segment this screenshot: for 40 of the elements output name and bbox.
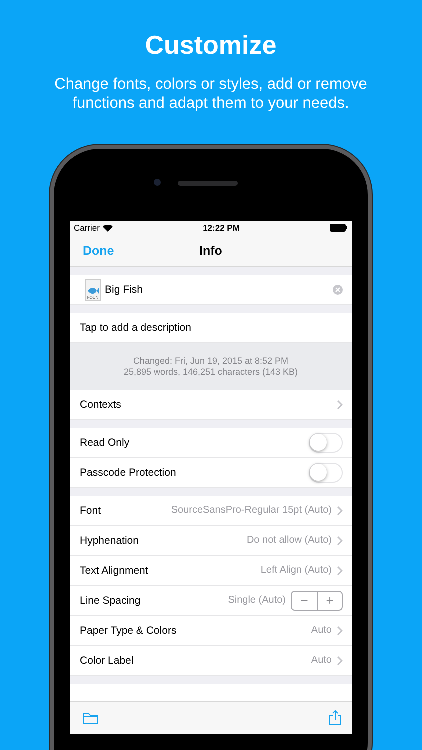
chevron-icon <box>337 656 343 666</box>
chevron-icon <box>337 566 343 576</box>
row-label: Hyphenation <box>80 534 140 546</box>
row-value: Auto <box>311 625 332 636</box>
headline: Customize <box>145 30 277 61</box>
status-time: 12:22 PM <box>203 223 240 233</box>
row-label: Contexts <box>80 398 122 410</box>
row-value: Single (Auto) <box>228 595 286 606</box>
speaker-grille <box>178 181 238 186</box>
wifi-icon <box>102 224 113 232</box>
row-label: Passcode Protection <box>80 466 178 478</box>
clear-icon[interactable] <box>333 284 343 294</box>
chevron-icon <box>337 536 343 546</box>
toggle-switch[interactable] <box>309 462 343 482</box>
toggle-switch[interactable] <box>309 432 343 452</box>
stats-text: Changed: Fri, Jun 19, 2015 at 8:52 PM <box>133 356 289 366</box>
row-label: Line Spacing <box>80 594 142 606</box>
subtitle: Change fonts, colors or styles, add or remove functions and adapt them to your needs. <box>54 75 368 113</box>
done-button[interactable]: Done <box>83 244 114 258</box>
document-name[interactable]: Big Fish <box>105 284 329 296</box>
increment-button[interactable]: + <box>317 592 342 610</box>
row-label: Color Label <box>80 654 135 666</box>
row-value: Do not allow (Auto) <box>246 535 332 546</box>
row-value: Left Align (Auto) <box>260 565 332 576</box>
row-label: Text Alignment <box>80 564 150 576</box>
row-value: Auto <box>311 655 332 666</box>
nav-title: Info <box>200 244 222 258</box>
folder-icon[interactable] <box>83 712 99 724</box>
chevron-icon <box>337 400 343 410</box>
row-label: Read Only <box>80 436 131 448</box>
battery-icon <box>330 224 348 232</box>
stats-text: 25,895 words, 146,251 characters (143 KB) <box>124 367 298 377</box>
share-icon[interactable] <box>329 710 342 726</box>
row-label: Font <box>80 504 102 516</box>
camera-icon <box>154 179 161 186</box>
chevron-icon <box>337 506 343 516</box>
row-label: Paper Type & Colors <box>80 624 178 636</box>
chevron-icon <box>337 626 343 636</box>
carrier-label: Carrier <box>74 223 100 233</box>
row-value: SourceSansPro-Regular 15pt (Auto) <box>171 505 332 516</box>
